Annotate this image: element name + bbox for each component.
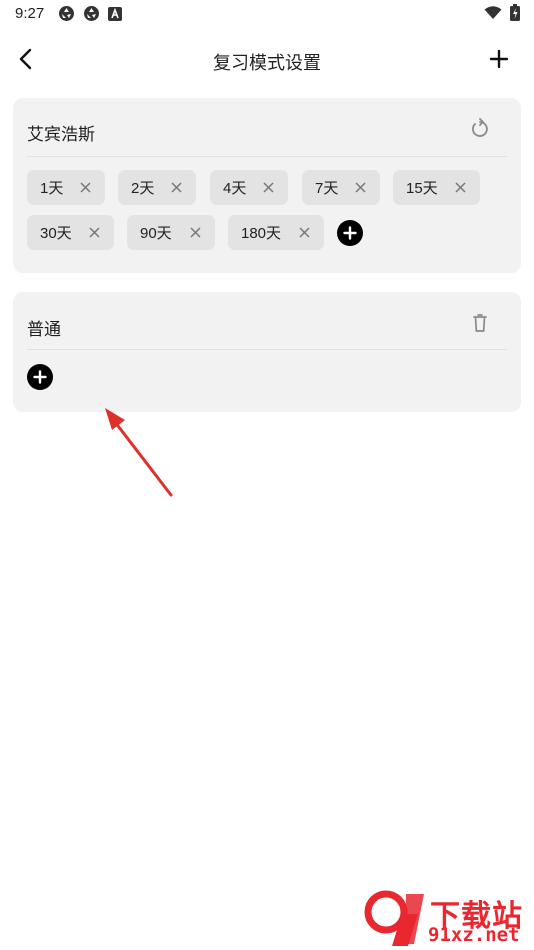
aperture-icon [59, 6, 74, 21]
delete-button[interactable] [469, 312, 491, 334]
remove-x-icon[interactable] [88, 226, 101, 239]
mode-title: 普通 [27, 320, 61, 339]
interval-chip-label: 180天 [241, 225, 282, 242]
add-mode-button[interactable] [486, 46, 512, 72]
watermark-logo-icon [364, 890, 424, 946]
add-interval-button[interactable] [337, 220, 363, 246]
interval-chip[interactable]: 7天 [302, 170, 380, 205]
review-mode-card-ebbinghaus: 艾宾浩斯 1天 2天 4天 7天 15天 30天 90天 180天 [13, 98, 521, 273]
remove-x-icon[interactable] [79, 181, 92, 194]
interval-chip-label: 4天 [223, 180, 247, 197]
interval-chip-label: 7天 [315, 180, 339, 197]
interval-chip-label: 1天 [40, 180, 64, 197]
remove-x-icon[interactable] [170, 181, 183, 194]
interval-chip-label: 15天 [406, 180, 438, 197]
trash-icon [473, 314, 487, 332]
app-header: 复习模式设置 [0, 36, 534, 82]
interval-chip[interactable]: 180天 [228, 215, 324, 250]
battery-icon [510, 4, 520, 21]
mode-title: 艾宾浩斯 [27, 125, 95, 144]
remove-x-icon[interactable] [189, 226, 202, 239]
interval-chip[interactable]: 1天 [27, 170, 105, 205]
site-watermark: 下载站 91xz.net [362, 888, 534, 950]
review-mode-card-normal: 普通 [13, 292, 521, 412]
plus-icon [33, 370, 47, 384]
interval-chip[interactable]: 2天 [118, 170, 196, 205]
interval-chip-label: 2天 [131, 180, 155, 197]
card-divider [27, 349, 507, 350]
plus-icon [343, 226, 357, 240]
status-bar: 9:27 [0, 0, 534, 28]
status-notification-icons [58, 5, 122, 22]
remove-x-icon[interactable] [454, 181, 467, 194]
page-title: 复习模式设置 [213, 53, 321, 73]
reset-icon [472, 118, 488, 137]
interval-chip[interactable]: 15天 [393, 170, 480, 205]
wifi-icon [484, 6, 502, 19]
annotation-arrow-icon [105, 408, 173, 497]
status-system-icons [484, 4, 520, 21]
interval-chip-label: 30天 [40, 225, 72, 242]
aperture-icon [84, 6, 99, 21]
add-interval-button[interactable] [27, 364, 53, 390]
app-a-icon [108, 6, 122, 21]
interval-chip[interactable]: 90天 [127, 215, 215, 250]
card-divider [27, 156, 507, 157]
interval-chip[interactable]: 30天 [27, 215, 114, 250]
remove-x-icon[interactable] [354, 181, 367, 194]
interval-chip[interactable]: 4天 [210, 170, 288, 205]
watermark-url: 91xz.net [428, 924, 520, 946]
plus-icon [489, 49, 509, 69]
status-time: 9:27 [15, 5, 45, 22]
remove-x-icon[interactable] [262, 181, 275, 194]
interval-chip-label: 90天 [140, 225, 172, 242]
reset-button[interactable] [469, 118, 491, 140]
remove-x-icon[interactable] [298, 226, 311, 239]
